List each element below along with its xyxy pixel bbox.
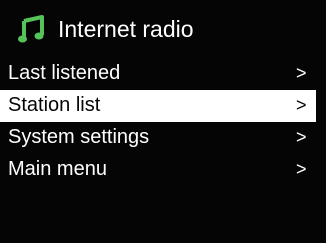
radio-display: Internet radio Last listened > Station l… [0,0,326,243]
chevron-right-icon: > [296,159,307,179]
menu-item-label: Last listened [8,62,121,84]
menu-list: Last listened > Station list > System se… [0,58,326,186]
menu-item-label: System settings [8,126,150,148]
page-title: Internet radio [58,16,194,42]
menu-item-main-menu[interactable]: Main menu > [0,154,326,186]
menu-item-last-listened[interactable]: Last listened > [0,58,326,90]
chevron-right-icon: > [296,63,307,83]
menu-item-label: Station list [8,94,101,116]
music-note-icon [18,14,44,44]
menu-item-system-settings[interactable]: System settings > [0,122,326,154]
chevron-right-icon: > [296,127,307,147]
screen-header: Internet radio [0,12,326,52]
menu-item-station-list[interactable]: Station list > [0,90,316,122]
menu-item-label: Main menu [8,158,107,180]
chevron-right-icon: > [296,95,307,115]
